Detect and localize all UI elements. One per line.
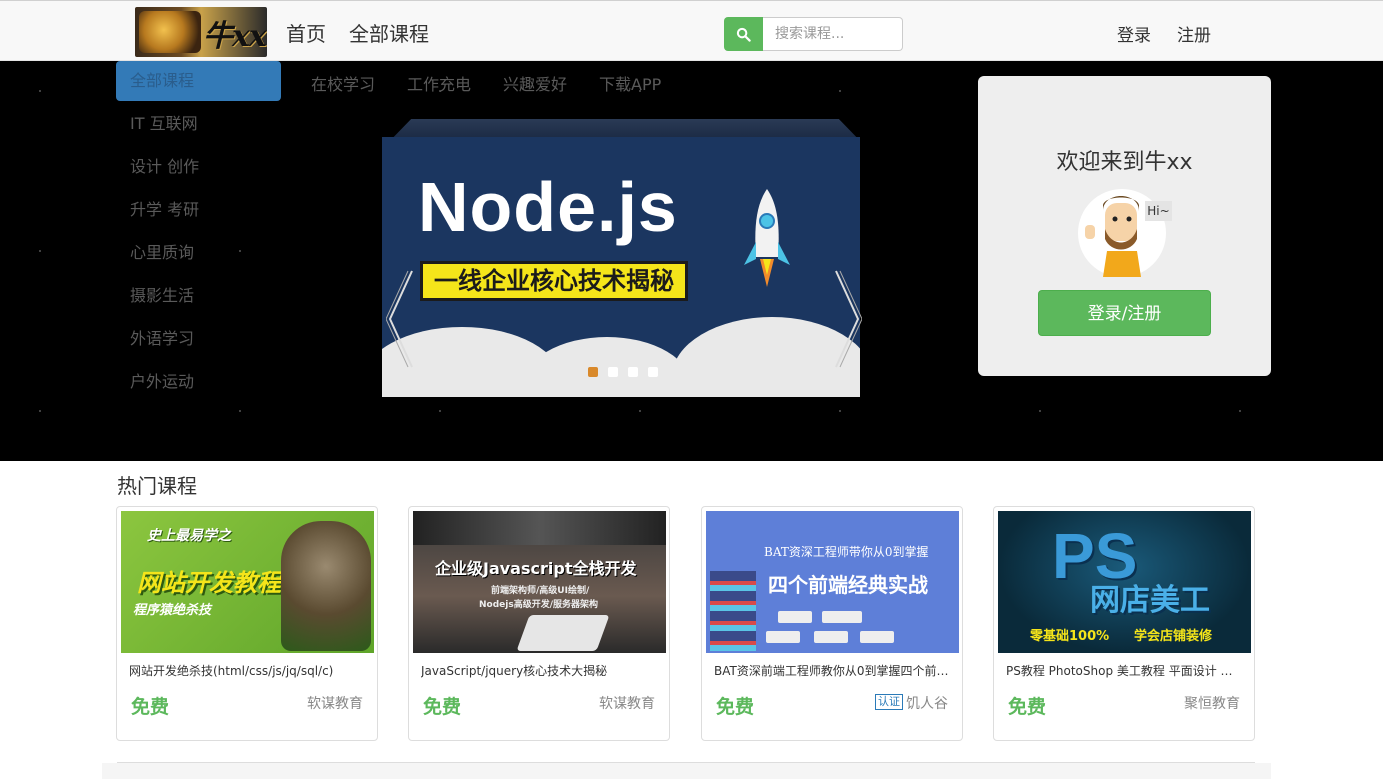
thumb-sub-text: 零基础100% [1030,629,1110,644]
carousel-cube-top [391,119,859,139]
code-illustration [710,571,756,651]
diagram-box [778,611,812,623]
course-thumbnail[interactable]: PS 网店美工 零基础100% 学会店铺装修 [998,511,1251,653]
carousel-dot[interactable] [628,367,638,377]
course-carousel[interactable]: Node.js 一线企业核心技术揭秘 [382,119,868,397]
welcome-card: 欢迎来到牛xx Hi~ 登录/注册 [978,76,1271,376]
course-thumbnail[interactable]: 企业级Javascript全栈开发 前端架构师/高级UI绘制/ Nodejs高级… [413,511,666,653]
popular-courses-title: 热门课程 [117,474,197,498]
tab-work[interactable]: 工作充电 [407,71,471,95]
rocket-icon [744,189,790,287]
course-org[interactable]: 软谋教育 [599,693,655,713]
hero-section: 全部课程 IT 互联网 设计 创作 升学 考研 心里质询 摄影生活 外语学习 户… [0,61,1383,461]
welcome-title: 欢迎来到牛xx [1056,150,1193,175]
top-navbar: 牛xx 首页 全部课程 登录 注册 [0,0,1383,61]
course-price: 免费 [131,696,170,718]
register-link[interactable]: 注册 [1177,21,1211,46]
footer-bar [102,763,1271,779]
category-item-psychology[interactable]: 心里质询 [116,233,281,273]
category-item-design[interactable]: 设计 创作 [116,147,281,187]
thumb-title-text: 四个前端经典实战 [768,573,928,597]
diagram-box [822,611,862,623]
cloud-decoration [522,337,692,397]
thumb-top-text: BAT资深工程师带你从0到掌握 [764,545,929,559]
carousel-dot[interactable] [588,367,598,377]
tablet-illustration [516,615,610,651]
carousel-dot[interactable] [608,367,618,377]
certified-badge: 认证 [875,694,903,710]
course-price: 免费 [423,696,462,718]
search-button[interactable] [724,17,763,51]
course-card[interactable]: 史上最易学之 网站开发教程 程序猿绝杀技 网站开发绝杀技(html/css/js… [116,506,378,741]
course-name[interactable]: JavaScript/jquery核心技术大揭秘 [421,662,659,679]
nav-all-courses-link[interactable]: 全部课程 [349,18,429,47]
slide-subtitle: 一线企业核心技术揭秘 [420,261,688,301]
thumb-sub-text-2: Nodejs高级开发/服务器架构 [479,600,598,610]
cloud-decoration [672,317,860,397]
thumb-title-text: 企业级Javascript全栈开发 [435,559,637,578]
login-link[interactable]: 登录 [1117,21,1151,46]
course-name[interactable]: BAT资深前端工程师教你从0到掌握四个前端经典实战 [714,662,952,679]
course-card[interactable]: PS 网店美工 零基础100% 学会店铺装修 PS教程 PhotoShop 美工… [993,506,1255,741]
course-name[interactable]: 网站开发绝杀技(html/css/js/jq/sql/c) [129,662,367,679]
site-logo[interactable]: 牛xx [135,7,267,57]
tab-hobby[interactable]: 兴趣爱好 [503,71,567,95]
carousel-next-arrow-icon[interactable] [834,269,862,369]
carousel-prev-arrow-icon[interactable] [386,269,414,369]
thumb-sub-text: 程序猿绝杀技 [133,603,212,618]
tab-download-app[interactable]: 下载APP [599,71,661,95]
category-item-outdoor[interactable]: 户外运动 [116,362,281,402]
search-input[interactable] [763,17,903,51]
category-item-exam[interactable]: 升学 考研 [116,190,281,230]
thumb-title-text: 网站开发教程 [137,569,281,597]
hi-bubble: Hi~ [1145,201,1172,221]
nav-home-link[interactable]: 首页 [286,18,326,47]
search-icon [736,27,751,42]
laptop-illustration [413,511,666,545]
avatar [1078,189,1166,277]
course-org[interactable]: 软谋教育 [307,693,363,713]
carousel-slide[interactable]: Node.js 一线企业核心技术揭秘 [382,137,860,397]
diagram-box [814,631,848,643]
course-thumbnail[interactable]: 史上最易学之 网站开发教程 程序猿绝杀技 [121,511,374,653]
thumb-sub-text-2: 学会店铺装修 [1134,629,1213,644]
course-price: 免费 [1008,696,1047,718]
course-card[interactable]: 企业级Javascript全栈开发 前端架构师/高级UI绘制/ Nodejs高级… [408,506,670,741]
diagram-box [766,631,800,643]
course-price: 免费 [716,696,755,718]
course-org[interactable]: 饥人谷 [906,693,948,713]
course-name[interactable]: PS教程 PhotoShop 美工教程 平面设计 淘宝美工 [1006,662,1244,679]
login-register-button[interactable]: 登录/注册 [1038,290,1211,336]
course-thumbnail[interactable]: BAT资深工程师带你从0到掌握 四个前端经典实战 [706,511,959,653]
course-card[interactable]: BAT资深工程师带你从0到掌握 四个前端经典实战 BAT资深前端工程师教你从0到… [701,506,963,741]
category-item-all[interactable]: 全部课程 [116,61,281,101]
thumb-sub-text: 前端架构师/高级UI绘制/ [491,586,590,596]
diagram-box [860,631,894,643]
category-item-photography[interactable]: 摄影生活 [116,276,281,316]
category-item-language[interactable]: 外语学习 [116,319,281,359]
thumb-top-text: 史上最易学之 [147,528,231,544]
course-org[interactable]: 聚恒教育 [1184,693,1240,713]
monkey-illustration [281,521,371,651]
tab-school[interactable]: 在校学习 [311,71,375,95]
thumb-title-text: 网店美工 [1090,583,1210,618]
slide-title: Node.js [418,168,678,246]
logo-mascot-image [139,11,201,53]
category-item-it[interactable]: IT 互联网 [116,104,281,144]
logo-text: 牛xx [203,19,267,54]
carousel-dot[interactable] [648,367,658,377]
